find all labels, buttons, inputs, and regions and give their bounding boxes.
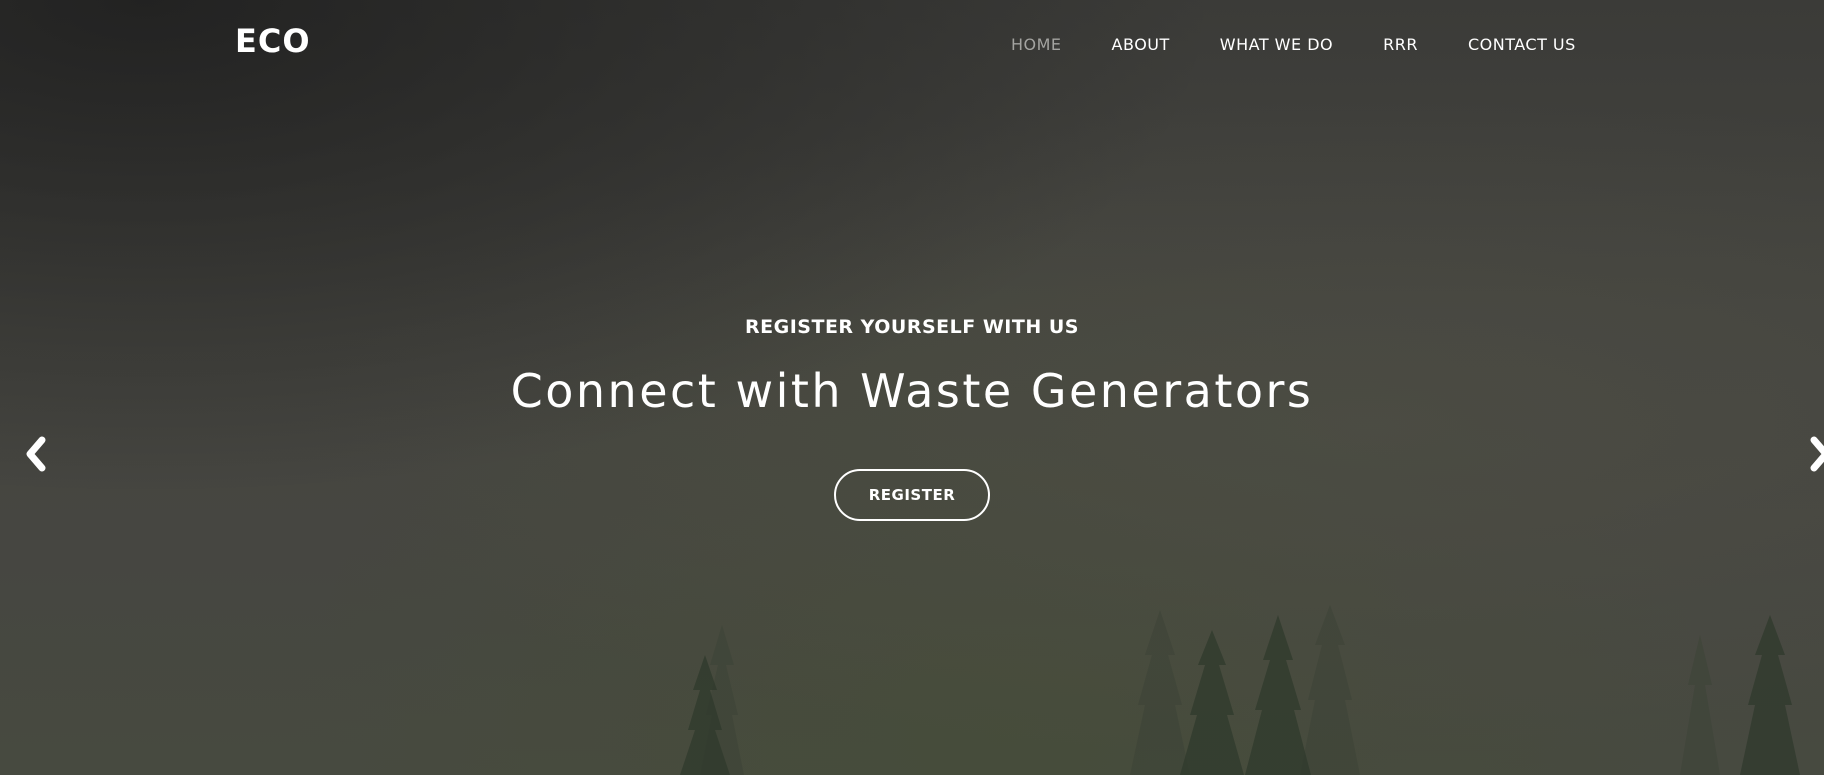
hero-slider: ECO HOME ABOUT WHAT WE DO RRR CONTACT US… (0, 0, 1824, 775)
nav-home-link[interactable]: HOME (1011, 35, 1062, 54)
top-navbar: ECO HOME ABOUT WHAT WE DO RRR CONTACT US (0, 0, 1824, 90)
nav-what-we-do-link[interactable]: WHAT WE DO (1220, 35, 1333, 54)
site-logo[interactable]: ECO (235, 22, 311, 60)
forest-background-image (680, 605, 1800, 775)
slide-headline: Connect with Waste Generators (510, 364, 1314, 418)
nav-contact-us-link[interactable]: CONTACT US (1468, 35, 1576, 54)
chevron-right-icon (1810, 436, 1824, 472)
carousel-prev-button[interactable] (22, 436, 52, 472)
chevron-left-icon (26, 436, 46, 472)
nav-rrr-link[interactable]: RRR (1383, 35, 1418, 54)
register-button[interactable]: REGISTER (834, 469, 990, 521)
carousel-next-button[interactable] (1806, 436, 1824, 472)
nav-about-link[interactable]: ABOUT (1112, 35, 1170, 54)
slide-caption: REGISTER YOURSELF WITH US Connect with W… (0, 316, 1824, 521)
main-menu: HOME ABOUT WHAT WE DO RRR CONTACT US (1011, 35, 1576, 54)
slide-eyebrow: REGISTER YOURSELF WITH US (745, 316, 1079, 338)
